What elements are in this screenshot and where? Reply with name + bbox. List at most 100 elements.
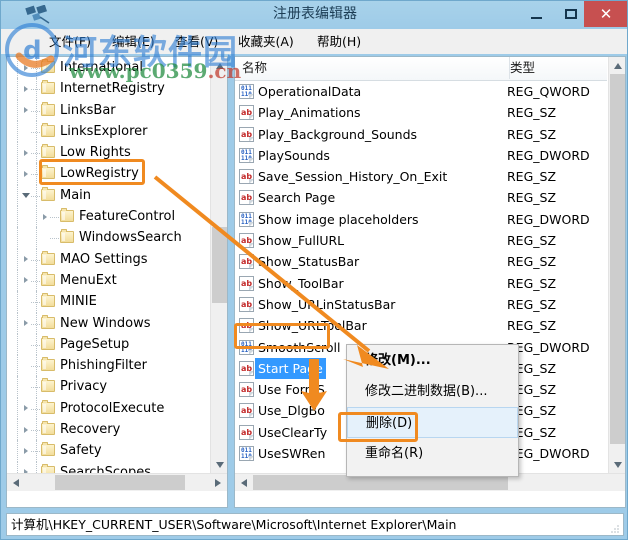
- registry-tree[interactable]: International InternetRegistry LinksBar Lin…: [7, 57, 210, 490]
- string-value-icon: ab: [239, 296, 254, 312]
- tree-expand-arrow-icon[interactable]: [21, 57, 31, 78]
- value-row[interactable]: ab Show_URLToolBar REG_SZ: [235, 315, 607, 336]
- tree-item-phishingfilter[interactable]: PhishingFilter: [7, 355, 210, 377]
- tree-item-linksexplorer[interactable]: LinksExplorer: [7, 120, 210, 143]
- value-row[interactable]: ab Show_ToolBar REG_SZ: [235, 273, 607, 294]
- menu-item-1[interactable]: 编辑(E): [106, 29, 161, 54]
- tree-expand-arrow-icon[interactable]: [21, 313, 31, 334]
- tree-expand-arrow-icon[interactable]: [40, 206, 50, 227]
- tree-vertical-scrollbar[interactable]: [210, 57, 227, 473]
- tree-item-mao-settings[interactable]: MAO Settings: [7, 248, 210, 270]
- tree-scroll-thumb[interactable]: [212, 227, 227, 303]
- list-scroll-up-button[interactable]: [609, 57, 625, 74]
- value-name: PlaySounds: [258, 147, 330, 163]
- minimize-button[interactable]: [521, 1, 551, 27]
- value-name: UseSWRen: [258, 446, 326, 462]
- value-name: Play_Animations: [258, 105, 361, 121]
- tree-expand-arrow-icon[interactable]: [21, 398, 31, 419]
- string-value-icon: ab: [239, 254, 254, 270]
- value-row[interactable]: 011 110 PlaySounds REG_DWORD: [235, 145, 607, 166]
- folder-icon: [41, 271, 55, 286]
- value-row[interactable]: ab Play_Background_Sounds REG_SZ: [235, 124, 607, 145]
- tree-item-linksbar[interactable]: LinksBar: [7, 99, 210, 121]
- column-header-name[interactable]: 名称: [235, 57, 510, 79]
- context-menu-item-1[interactable]: 修改二进制数据(B)...: [347, 376, 518, 407]
- tree-scroll-up-button[interactable]: [211, 57, 227, 74]
- tree-scroll-right-button[interactable]: [209, 474, 226, 491]
- value-type: REG_SZ: [507, 318, 557, 334]
- value-name: UseClearTy: [258, 424, 328, 440]
- tree-item-lowregistry[interactable]: LowRegistry: [7, 163, 210, 185]
- maximize-button[interactable]: [556, 1, 586, 27]
- list-scroll-down-button[interactable]: [609, 456, 625, 473]
- tree-item-label: New Windows: [60, 315, 151, 331]
- list-vertical-scrollbar[interactable]: [608, 57, 625, 473]
- tree-item-label: Main: [60, 187, 92, 203]
- value-type: REG_SZ: [507, 275, 557, 291]
- close-button[interactable]: ✕: [584, 1, 627, 27]
- tree-collapse-arrow-icon[interactable]: [21, 185, 31, 206]
- value-row[interactable]: ab Search Page REG_SZ: [235, 187, 607, 208]
- value-row[interactable]: 011 110 Show image placeholders REG_DWORD: [235, 209, 607, 230]
- value-context-menu[interactable]: 修改(M)... 修改二进制数据(B)... 删除(D) 重命名(R): [346, 344, 519, 477]
- value-row[interactable]: ab Play_Animations REG_SZ: [235, 102, 607, 123]
- tree-item-protocolexecute[interactable]: ProtocolExecute: [7, 397, 210, 420]
- value-row[interactable]: 011 110 OperationalData REG_QWORD: [235, 81, 607, 102]
- close-icon: ✕: [599, 6, 613, 23]
- tree-expand-arrow-icon[interactable]: [21, 78, 31, 99]
- tree-item-recovery[interactable]: Recovery: [7, 419, 210, 441]
- context-menu-item-2[interactable]: 删除(D): [347, 407, 518, 438]
- value-type: REG_DWORD: [507, 147, 590, 163]
- tree-item-safety[interactable]: Safety: [7, 440, 210, 462]
- list-scroll-left-button[interactable]: [235, 474, 252, 491]
- value-row[interactable]: ab Save_Session_History_On_Exit REG_SZ: [235, 166, 607, 187]
- tree-item-pagesetup[interactable]: PageSetup: [7, 333, 210, 356]
- tree-guide-line: [31, 387, 40, 389]
- value-row[interactable]: ab Show_StatusBar REG_SZ: [235, 251, 607, 272]
- tree-expand-arrow-icon[interactable]: [21, 419, 31, 440]
- tree-expand-arrow-icon[interactable]: [21, 163, 31, 184]
- tree-hscroll-thumb[interactable]: [55, 475, 185, 490]
- tree-item-internetregistry[interactable]: InternetRegistry: [7, 78, 210, 100]
- tree-item-label: WindowsSearch: [79, 230, 182, 246]
- tree-scroll-left-button[interactable]: [7, 474, 24, 491]
- tree-expand-arrow-icon[interactable]: [21, 440, 31, 461]
- folder-icon: [41, 442, 55, 457]
- tree-expand-arrow-icon[interactable]: [21, 142, 31, 163]
- binary-value-icon: 011 110: [239, 339, 254, 355]
- value-name: Show_StatusBar: [258, 254, 360, 270]
- context-menu-item-3[interactable]: 重命名(R): [347, 438, 518, 469]
- tree-item-low-rights[interactable]: Low Rights: [7, 142, 210, 164]
- folder-icon: [41, 421, 55, 436]
- tree-expand-arrow-icon[interactable]: [21, 270, 31, 291]
- tree-scroll-down-button[interactable]: [211, 456, 227, 473]
- column-header-type[interactable]: 类型: [503, 57, 614, 79]
- tree-item-international[interactable]: International: [7, 57, 210, 79]
- context-menu-item-0[interactable]: 修改(M)...: [347, 345, 518, 376]
- tree-item-minie[interactable]: MINIE: [7, 291, 210, 313]
- list-scroll-thumb[interactable]: [610, 74, 625, 444]
- registry-editor-window: 注册表编辑器 ✕ 文件(F) 编辑(E) 查看(V) 收藏夹(A) 帮助(H) Inte…: [0, 0, 628, 540]
- tree-item-privacy[interactable]: Privacy: [7, 376, 210, 398]
- tree-guide-line: [17, 376, 19, 398]
- value-type: REG_DWORD: [507, 339, 590, 355]
- tree-horizontal-scrollbar[interactable]: [7, 473, 227, 491]
- tree-item-new-windows[interactable]: New Windows: [7, 312, 210, 334]
- tree-item-main[interactable]: Main: [7, 184, 210, 207]
- registry-tree-pane[interactable]: International InternetRegistry LinksBar Lin…: [6, 56, 228, 508]
- menu-item-0[interactable]: 文件(F): [43, 29, 97, 54]
- value-row[interactable]: ab Show_FullURL REG_SZ: [235, 230, 607, 251]
- tree-expand-arrow-icon[interactable]: [21, 100, 31, 121]
- value-row[interactable]: ab Show_URLinStatusBar REG_SZ: [235, 294, 607, 315]
- tree-item-label: LinksExplorer: [60, 123, 148, 139]
- tree-item-featurecontrol[interactable]: FeatureControl: [7, 206, 210, 228]
- menu-item-3[interactable]: 收藏夹(A): [232, 29, 300, 54]
- tree-expand-arrow-icon[interactable]: [21, 249, 31, 270]
- menu-item-4[interactable]: 帮助(H): [311, 29, 367, 54]
- tree-item-menuext[interactable]: MenuExt: [7, 269, 210, 292]
- menu-item-2[interactable]: 查看(V): [169, 29, 224, 54]
- tree-guide-line: [31, 344, 40, 347]
- tree-item-label: LowRegistry: [60, 166, 139, 182]
- tree-item-windowssearch[interactable]: WindowsSearch: [7, 227, 210, 249]
- list-hscroll-thumb[interactable]: [253, 475, 508, 490]
